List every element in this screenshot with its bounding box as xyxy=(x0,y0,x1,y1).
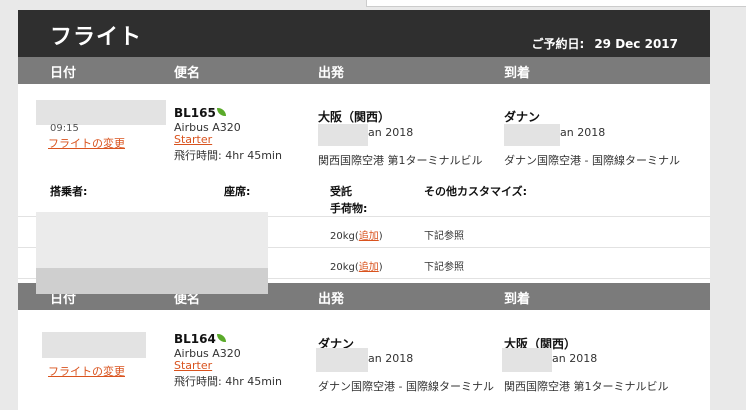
redacted-dep-date xyxy=(318,124,368,146)
redacted-arr-date xyxy=(502,348,552,372)
passenger-other-row-1: 下記参照 xyxy=(424,231,464,242)
inbound-departure-airport: ダナン国際空港 - 国際線ターミナル xyxy=(318,380,494,393)
paren-close: ) xyxy=(378,262,383,273)
redacted-arr-date xyxy=(504,124,560,146)
redacted-passenger-names xyxy=(36,268,268,294)
page-title: フライト xyxy=(50,25,143,50)
inbound-arrival-airport: 関西国際空港 第1ターミナルビル xyxy=(504,380,669,393)
top-panel-edge xyxy=(366,0,746,7)
inbound-flight-number-text: BL164 xyxy=(174,332,216,346)
booking-date-value: 29 Dec 2017 xyxy=(594,37,678,51)
redacted-passenger-names xyxy=(36,212,268,270)
col-departure: 出発 xyxy=(318,292,345,307)
outbound-arrival-city: ダナン xyxy=(504,110,541,124)
redacted-date xyxy=(36,100,166,125)
outbound-fare[interactable]: Starter xyxy=(174,133,212,146)
outbound-duration-label: 飛行時間: xyxy=(174,149,222,162)
col-date: 日付 xyxy=(50,66,77,81)
booking-date-label: ご予約日: xyxy=(531,37,585,51)
inbound-duration: 飛行時間: 4hr 45min xyxy=(174,373,282,389)
booking-date: ご予約日: 29 Dec 2017 xyxy=(532,35,678,52)
col-arrival: 到着 xyxy=(504,66,531,81)
col-flight: 便名 xyxy=(174,66,201,81)
outbound-departure-date: an 2018 xyxy=(368,126,414,139)
redacted-date xyxy=(42,332,146,358)
inbound-arrival-date: an 2018 xyxy=(552,352,598,365)
outbound-change-flight-link[interactable]: フライトの変更 xyxy=(48,135,125,151)
other-customize-header: その他カスタマイズ: xyxy=(424,185,528,198)
seat-header: 座席: xyxy=(224,185,251,198)
inbound-flight-number: BL164 xyxy=(174,332,226,346)
outbound-departure-airport: 関西国際空港 第1ターミナルビル xyxy=(318,154,483,167)
outbound-time: 09:15 xyxy=(50,123,79,134)
baggage-weight: 20kg xyxy=(330,231,355,242)
title-bar: フライト ご予約日: 29 Dec 2017 xyxy=(18,10,710,57)
outbound-departure-city: 大阪（関西） xyxy=(318,110,391,124)
baggage-header: 受託 手荷物: xyxy=(330,185,368,215)
inbound-duration-value: 4hr 45min xyxy=(225,375,282,388)
inbound-departure-date: an 2018 xyxy=(368,352,414,365)
baggage-weight: 20kg xyxy=(330,262,355,273)
outbound-flight-number-text: BL165 xyxy=(174,106,216,120)
col-arrival: 到着 xyxy=(504,292,531,307)
paren-close: ) xyxy=(378,231,383,242)
leaf-icon xyxy=(216,334,226,342)
outbound-arrival-airport: ダナン国際空港 - 国際線ターミナル xyxy=(504,154,680,167)
flight-card: フライト ご予約日: 29 Dec 2017 日付 便名 出発 到着 09:15 … xyxy=(18,10,710,410)
passenger-other-row-2: 下記参照 xyxy=(424,262,464,273)
passenger-baggage-row-2: 20kg(追加) xyxy=(330,262,383,273)
outbound-duration: 飛行時間: 4hr 45min xyxy=(174,147,282,163)
add-baggage-link[interactable]: 追加 xyxy=(359,231,379,242)
column-header-outbound: 日付 便名 出発 到着 xyxy=(18,57,710,84)
outbound-duration-value: 4hr 45min xyxy=(225,149,282,162)
passenger-baggage-row-1: 20kg(追加) xyxy=(330,231,383,242)
outbound-arrival-date: an 2018 xyxy=(560,126,606,139)
inbound-fare[interactable]: Starter xyxy=(174,359,212,372)
inbound-change-flight-link[interactable]: フライトの変更 xyxy=(48,363,125,379)
leaf-icon xyxy=(216,108,226,116)
inbound-duration-label: 飛行時間: xyxy=(174,375,222,388)
add-baggage-link[interactable]: 追加 xyxy=(359,262,379,273)
col-departure: 出発 xyxy=(318,66,345,81)
outbound-flight-number: BL165 xyxy=(174,106,226,120)
redacted-dep-date xyxy=(316,348,368,372)
passenger-header: 搭乗者: xyxy=(50,185,88,198)
